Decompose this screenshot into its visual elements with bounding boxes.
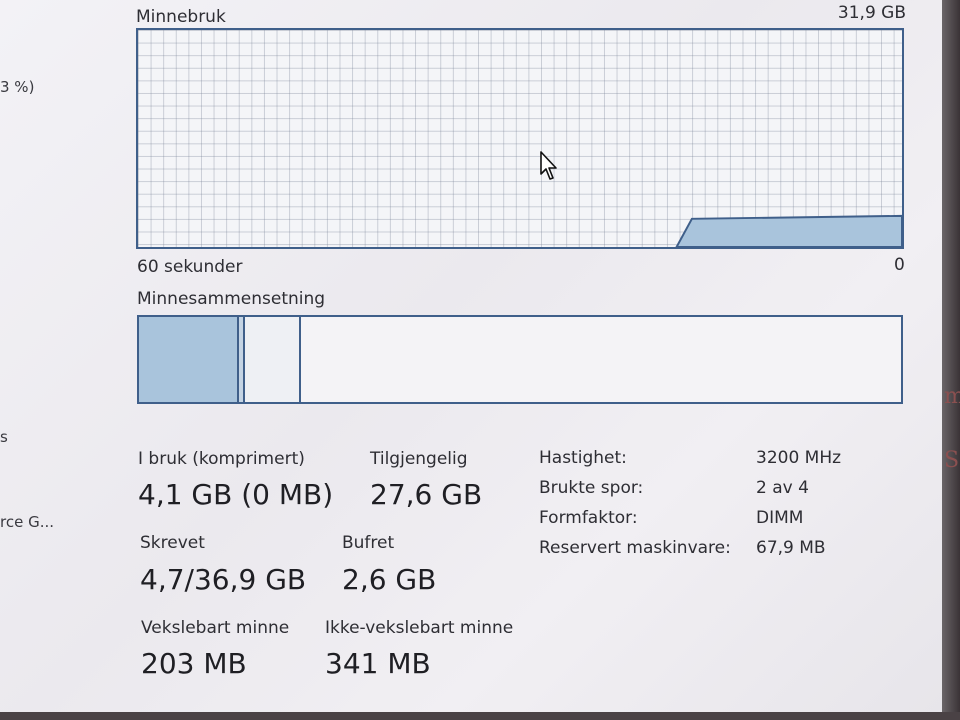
memory-composition-title: Minnesammensetning	[137, 289, 326, 309]
committed-label: Skrevet	[140, 533, 205, 553]
slots-used-label: Brukte spor:	[539, 478, 644, 498]
hardware-reserved-label: Reservert maskinvare:	[539, 538, 731, 558]
committed-value: 4,7/36,9 GB	[140, 563, 307, 596]
mouse-pointer-icon	[540, 151, 557, 180]
composition-free-segment[interactable]	[301, 317, 901, 402]
nonpaged-pool-value: 341 MB	[325, 647, 431, 680]
available-value: 27,6 GB	[370, 478, 483, 511]
speed-label: Hastighet:	[539, 448, 627, 468]
paged-pool-label: Vekslebart minne	[141, 618, 290, 638]
available-label: Tilgjengelig	[370, 449, 468, 469]
monitor-bezel-right	[942, 0, 960, 720]
memory-composition-bar[interactable]	[137, 315, 903, 404]
composition-in-use-segment[interactable]	[139, 317, 239, 402]
edge-window-glyph-lower: S	[944, 448, 960, 473]
memory-usage-plot	[675, 214, 902, 247]
memory-usage-graph	[136, 28, 904, 249]
sidebar-item-fragment[interactable]: s	[0, 428, 8, 446]
memory-usage-area	[675, 214, 902, 247]
in-use-value: 4,1 GB (0 MB)	[138, 478, 334, 511]
nonpaged-pool-label: Ikke-vekslebart minne	[325, 618, 514, 638]
form-factor-label: Formfaktor:	[539, 508, 638, 528]
memory-usage-title: Minnebruk	[136, 7, 226, 27]
graph-zero-label: 0	[894, 255, 905, 275]
task-manager-memory-panel: 3 %) s rce G... Minnebruk 31,9 GB 60 sek…	[0, 0, 942, 712]
paged-pool-value: 203 MB	[141, 647, 247, 680]
hardware-reserved-value: 67,9 MB	[756, 538, 826, 558]
form-factor-value: DIMM	[756, 508, 804, 528]
speed-value: 3200 MHz	[756, 448, 842, 468]
composition-standby-segment[interactable]	[245, 317, 301, 402]
sidebar-memory-percent[interactable]: 3 %)	[0, 78, 34, 96]
edge-window-glyph-upper: m	[944, 384, 960, 409]
slots-used-value: 2 av 4	[756, 478, 809, 498]
cached-value: 2,6 GB	[342, 563, 437, 596]
in-use-label: I bruk (komprimert)	[138, 449, 305, 469]
sidebar-gpu-label[interactable]: rce G...	[0, 513, 54, 531]
monitor-bezel-bottom	[0, 712, 960, 720]
memory-max-label: 31,9 GB	[837, 3, 906, 23]
graph-time-span-label: 60 sekunder	[137, 257, 243, 277]
cached-label: Bufret	[342, 533, 395, 553]
